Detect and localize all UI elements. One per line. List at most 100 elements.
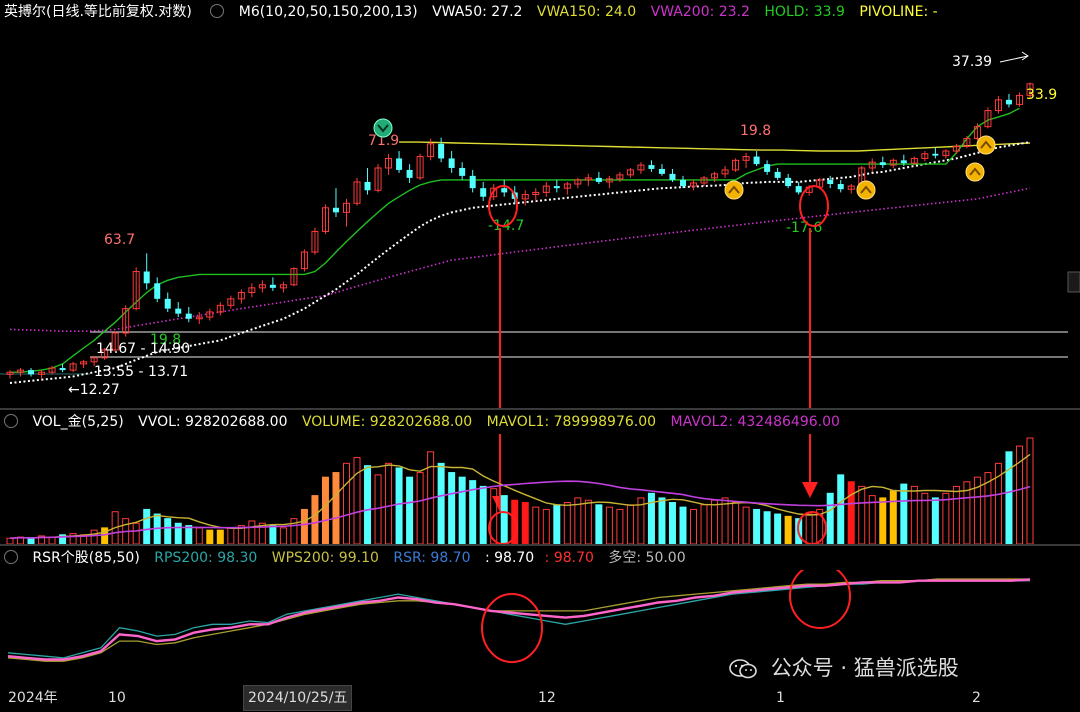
volume-bar: [364, 465, 372, 545]
volume-bar: [101, 527, 109, 545]
highlight-circle: [481, 593, 543, 663]
vwa150-label: VWA150: 24.0: [536, 4, 637, 20]
candle-down: [480, 188, 487, 197]
volume-bar: [584, 499, 592, 545]
volume-bar: [942, 492, 950, 545]
volume-bar: [626, 504, 634, 545]
volume-bar: [753, 508, 761, 545]
candle-down: [764, 164, 771, 172]
volume-bar: [206, 529, 214, 545]
rsr-v2-label: : 98.70: [544, 550, 594, 566]
rsr-header: RSR个股(85,50) RPS200: 98.30 WPS200: 99.10…: [0, 546, 1080, 570]
volume-bar: [658, 497, 666, 545]
rsr-line: [7, 578, 1031, 661]
axis-tick-month: 10: [108, 690, 126, 706]
volume-bar: [952, 485, 960, 545]
candle-down: [879, 162, 886, 166]
candle-down: [185, 313, 192, 319]
volume-bar: [542, 508, 550, 545]
volume-bar: [879, 497, 887, 545]
volume-bar: [216, 529, 224, 545]
volume-panel[interactable]: VOL_金(5,25) VVOL: 928202688.00 VOLUME: 9…: [0, 410, 1080, 546]
volume-bar: [332, 472, 340, 545]
candle-down: [164, 298, 171, 309]
candle-down: [332, 207, 339, 213]
volume-chart[interactable]: [0, 434, 1080, 546]
rps200-label: RPS200: 98.30: [154, 550, 258, 566]
crosshair-date: 2024/10/25/五: [243, 685, 353, 711]
price-panel[interactable]: 英搏尔(日线.等比前复权.对数) M6(10,20,50,150,200,13)…: [0, 0, 1080, 410]
volume-bar: [342, 462, 350, 545]
candle-down: [269, 284, 276, 288]
volume-bar: [269, 525, 277, 545]
volume-bar: [742, 506, 750, 545]
volume-bar: [395, 467, 403, 545]
candle-down: [553, 186, 560, 189]
volume-bar: [763, 511, 771, 545]
candle-down: [459, 167, 466, 176]
axis-tick-month: 1: [776, 690, 785, 706]
price-chart[interactable]: 63.7 19.8 14.67 - 14.90 13.55 - 13.71 ←12.27…: [0, 22, 1080, 410]
volume-bar: [784, 515, 792, 545]
volume-bar: [300, 508, 308, 545]
mavol1-label: MAVOL1: 789998976.00: [486, 414, 657, 430]
settings-dot-icon[interactable]: [210, 4, 225, 18]
volume-header: VOL_金(5,25) VVOL: 928202688.00 VOLUME: 9…: [0, 410, 1080, 434]
panel-toggle-icon[interactable]: [4, 550, 18, 564]
volume-bar: [563, 502, 571, 545]
volume-bar: [1026, 437, 1034, 545]
candle-down: [900, 160, 907, 164]
signal-down-icon: [373, 118, 393, 138]
volume-bar: [164, 518, 172, 545]
volume-bar: [532, 506, 540, 545]
candle-down: [364, 181, 371, 191]
candle-down: [143, 271, 150, 284]
volume-bar: [711, 499, 719, 545]
price-label: 37.39: [952, 54, 992, 70]
volume-bar: [437, 462, 445, 545]
volume-bar: [521, 502, 529, 545]
arrow-icon: [999, 51, 1029, 63]
volume-bar: [416, 472, 424, 545]
volume-bar: [479, 485, 487, 545]
highlight-circle: [789, 570, 851, 629]
volume-bar: [227, 527, 235, 545]
volume-bar: [458, 476, 466, 545]
watermark-text: 公众号 · 猛兽派选股: [770, 656, 959, 680]
candle-down: [753, 156, 760, 165]
candle-down: [827, 179, 834, 185]
candle-down: [396, 158, 403, 170]
mavol2-line: [9, 480, 1031, 539]
volume-bar: [48, 536, 56, 545]
hold-label: HOLD: 33.9: [764, 4, 845, 20]
candle-down: [932, 153, 939, 156]
rsr-name: RSR个股(85,50): [32, 550, 140, 566]
candle-down: [175, 308, 182, 314]
candle-down: [438, 143, 445, 159]
candle-down: [669, 173, 676, 180]
ma-label: M6(10,20,50,150,200,13): [238, 4, 418, 20]
price-label: 13.55 - 13.71: [94, 364, 188, 380]
volume-bar: [143, 508, 151, 545]
price-label: 14.67 - 14.90: [96, 341, 190, 357]
candle-down: [406, 169, 413, 178]
volume-bar: [700, 504, 708, 545]
volume-bar: [311, 495, 319, 545]
volume-bar: [195, 527, 203, 545]
pivoline-label: PIVOLINE: -: [859, 4, 938, 20]
volume-bar: [690, 508, 698, 545]
candle-down: [28, 370, 35, 375]
panel-toggle-icon[interactable]: [4, 414, 18, 428]
volume-bar: [353, 457, 361, 545]
signal-up-icon: [856, 180, 876, 200]
volume-bar: [826, 492, 834, 545]
stock-title: 英搏尔(日线.等比前复权.对数): [4, 4, 192, 20]
volume-bar: [448, 472, 456, 545]
candle-down: [837, 184, 844, 190]
volume-bar: [858, 485, 866, 545]
rsr-v1-label: : 98.70: [484, 550, 535, 566]
volume-bar: [132, 522, 140, 545]
vwa200-line: [9, 187, 1031, 333]
candle-down: [774, 171, 781, 178]
volume-bar: [774, 513, 782, 545]
